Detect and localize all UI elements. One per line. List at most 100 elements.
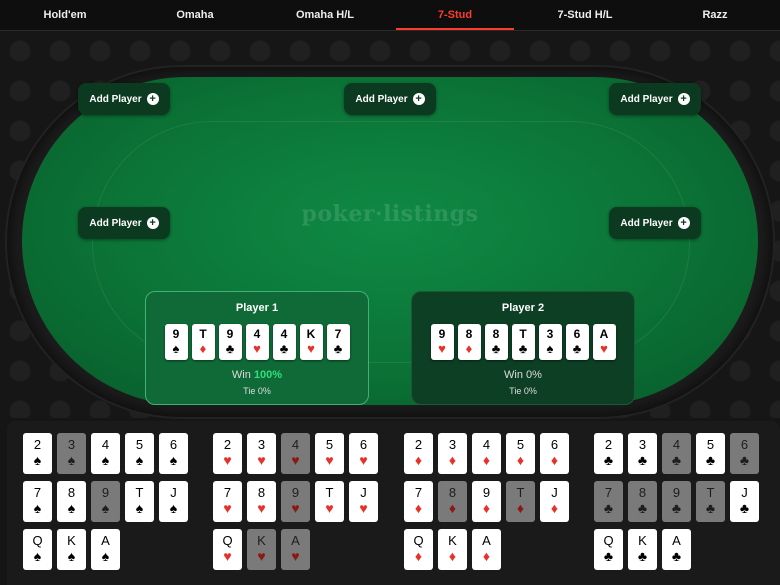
hole-card[interactable]: 9 ♣ xyxy=(218,324,242,360)
spades-suit-icon: ♠ xyxy=(67,452,76,468)
card-rank: 8 xyxy=(257,485,266,500)
deck-card[interactable]: 3 ♥ xyxy=(247,433,276,474)
deck-card[interactable]: J ♥ xyxy=(349,481,378,522)
hole-card[interactable]: 4 ♥ xyxy=(245,324,269,360)
card-rank: 3 xyxy=(448,437,457,452)
deck-card[interactable]: T ♠ xyxy=(125,481,154,522)
add-player-button-right[interactable]: Add Player + xyxy=(609,207,701,239)
hole-card[interactable]: A ♥ xyxy=(592,324,616,360)
deck-card[interactable]: 9 ♠ xyxy=(91,481,120,522)
deck-card[interactable]: K ♣ xyxy=(628,529,657,570)
deck-card[interactable]: 8 ♦ xyxy=(438,481,467,522)
deck-card[interactable]: 4 ♣ xyxy=(662,433,691,474)
hole-card[interactable]: 7 ♣ xyxy=(326,324,350,360)
deck-card[interactable]: T ♣ xyxy=(696,481,725,522)
deck-card[interactable]: 9 ♦ xyxy=(472,481,501,522)
hole-card[interactable]: T ♦ xyxy=(191,324,215,360)
deck-card[interactable]: 7 ♣ xyxy=(594,481,623,522)
hole-card[interactable]: 9 ♠ xyxy=(164,324,188,360)
deck-card[interactable]: 4 ♠ xyxy=(91,433,120,474)
card-rank: 9 xyxy=(482,485,491,500)
tab-omaha-hl[interactable]: Omaha H/L xyxy=(260,0,390,30)
add-player-button-top-left[interactable]: Add Player + xyxy=(78,83,170,115)
hole-card[interactable]: T ♣ xyxy=(511,324,535,360)
card-rank: 4 xyxy=(101,437,110,452)
deck-card[interactable]: Q ♠ xyxy=(23,529,52,570)
player-2-panel[interactable]: Player 2 9 ♥ 8 ♦ 8 ♣ T ♣ 3 ♠ 6 ♣ A ♥ Win 0% Tie 0% xyxy=(411,291,635,405)
deck-card[interactable]: 5 ♦ xyxy=(506,433,535,474)
card-rank: T xyxy=(706,485,715,500)
hearts-suit-icon: ♥ xyxy=(223,500,232,516)
deck-card[interactable]: 8 ♠ xyxy=(57,481,86,522)
deck-card[interactable]: 8 ♥ xyxy=(247,481,276,522)
card-rank: K xyxy=(67,533,76,548)
deck-card[interactable]: J ♠ xyxy=(159,481,188,522)
deck-card[interactable]: 4 ♦ xyxy=(472,433,501,474)
tab-razz[interactable]: Razz xyxy=(650,0,780,30)
deck-card[interactable]: A ♣ xyxy=(662,529,691,570)
deck-card[interactable]: K ♦ xyxy=(438,529,467,570)
deck-card[interactable]: 6 ♥ xyxy=(349,433,378,474)
card-rank: A xyxy=(599,327,609,341)
deck-card[interactable]: K ♠ xyxy=(57,529,86,570)
deck-card[interactable]: 6 ♣ xyxy=(730,433,759,474)
deck-card[interactable]: A ♦ xyxy=(472,529,501,570)
deck-card[interactable]: 2 ♦ xyxy=(404,433,433,474)
hole-card[interactable]: 6 ♣ xyxy=(565,324,589,360)
add-player-button-left[interactable]: Add Player + xyxy=(78,207,170,239)
deck-card[interactable]: 4 ♥ xyxy=(281,433,310,474)
deck-card[interactable]: 9 ♣ xyxy=(662,481,691,522)
win-percentage: Win 100% xyxy=(231,369,283,381)
tab-7-stud-hl[interactable]: 7-Stud H/L xyxy=(520,0,650,30)
deck-card[interactable]: T ♦ xyxy=(506,481,535,522)
hole-card[interactable]: 8 ♦ xyxy=(457,324,481,360)
deck-hearts: 2 ♥ 3 ♥ 4 ♥ 5 ♥ 6 ♥ 7 ♥ 8 ♥ 9 ♥ T ♥ J ♥ Q ♥ K ♥ A ♥ xyxy=(213,433,378,570)
card-rank: Q xyxy=(603,533,614,548)
deck-card[interactable]: A ♥ xyxy=(281,529,310,570)
hole-card[interactable]: 9 ♥ xyxy=(430,324,454,360)
deck-card[interactable]: 9 ♥ xyxy=(281,481,310,522)
deck-card[interactable]: 5 ♥ xyxy=(315,433,344,474)
deck-card[interactable]: 2 ♣ xyxy=(594,433,623,474)
clubs-suit-icon: ♣ xyxy=(603,500,614,516)
card-rank: 2 xyxy=(414,437,423,452)
hole-card[interactable]: 3 ♠ xyxy=(538,324,562,360)
deck-card[interactable]: A ♠ xyxy=(91,529,120,570)
hole-card[interactable]: 4 ♣ xyxy=(272,324,296,360)
player-hand: 9 ♥ 8 ♦ 8 ♣ T ♣ 3 ♠ 6 ♣ A ♥ xyxy=(412,324,634,360)
tab-omaha[interactable]: Omaha xyxy=(130,0,260,30)
card-rank: 6 xyxy=(169,437,178,452)
tab-holdem[interactable]: Hold'em xyxy=(0,0,130,30)
deck-card[interactable]: 6 ♦ xyxy=(540,433,569,474)
deck-card[interactable]: 3 ♦ xyxy=(438,433,467,474)
deck-card[interactable]: 3 ♠ xyxy=(57,433,86,474)
add-player-button-top-right[interactable]: Add Player + xyxy=(609,83,701,115)
player-1-panel[interactable]: Player 1 9 ♠ T ♦ 9 ♣ 4 ♥ 4 ♣ K ♥ 7 ♣ Win 100% Tie 0% xyxy=(145,291,369,405)
deck-card[interactable]: Q ♦ xyxy=(404,529,433,570)
deck-card[interactable]: J ♣ xyxy=(730,481,759,522)
deck-card[interactable]: 5 ♠ xyxy=(125,433,154,474)
deck-card[interactable]: J ♦ xyxy=(540,481,569,522)
deck-card[interactable]: T ♥ xyxy=(315,481,344,522)
card-rank: 9 xyxy=(226,327,234,341)
hole-card[interactable]: K ♥ xyxy=(299,324,323,360)
deck-card[interactable]: 3 ♣ xyxy=(628,433,657,474)
deck-card[interactable]: 7 ♦ xyxy=(404,481,433,522)
tie-percentage: Tie 0% xyxy=(509,386,537,396)
hole-card[interactable]: 8 ♣ xyxy=(484,324,508,360)
deck-card[interactable]: 2 ♥ xyxy=(213,433,242,474)
deck-card[interactable]: 6 ♠ xyxy=(159,433,188,474)
deck-card[interactable]: K ♥ xyxy=(247,529,276,570)
card-rank: 4 xyxy=(253,327,261,341)
deck-card[interactable]: Q ♣ xyxy=(594,529,623,570)
deck-card[interactable]: Q ♥ xyxy=(213,529,242,570)
deck-card[interactable]: 5 ♣ xyxy=(696,433,725,474)
deck-card[interactable]: 2 ♠ xyxy=(23,433,52,474)
deck-card[interactable]: 8 ♣ xyxy=(628,481,657,522)
tab-7-stud[interactable]: 7-Stud xyxy=(390,0,520,30)
diamonds-suit-icon: ♦ xyxy=(448,452,457,468)
card-rank: T xyxy=(199,327,207,341)
deck-card[interactable]: 7 ♥ xyxy=(213,481,242,522)
add-player-button-top-center[interactable]: Add Player + xyxy=(344,83,436,115)
deck-card[interactable]: 7 ♠ xyxy=(23,481,52,522)
